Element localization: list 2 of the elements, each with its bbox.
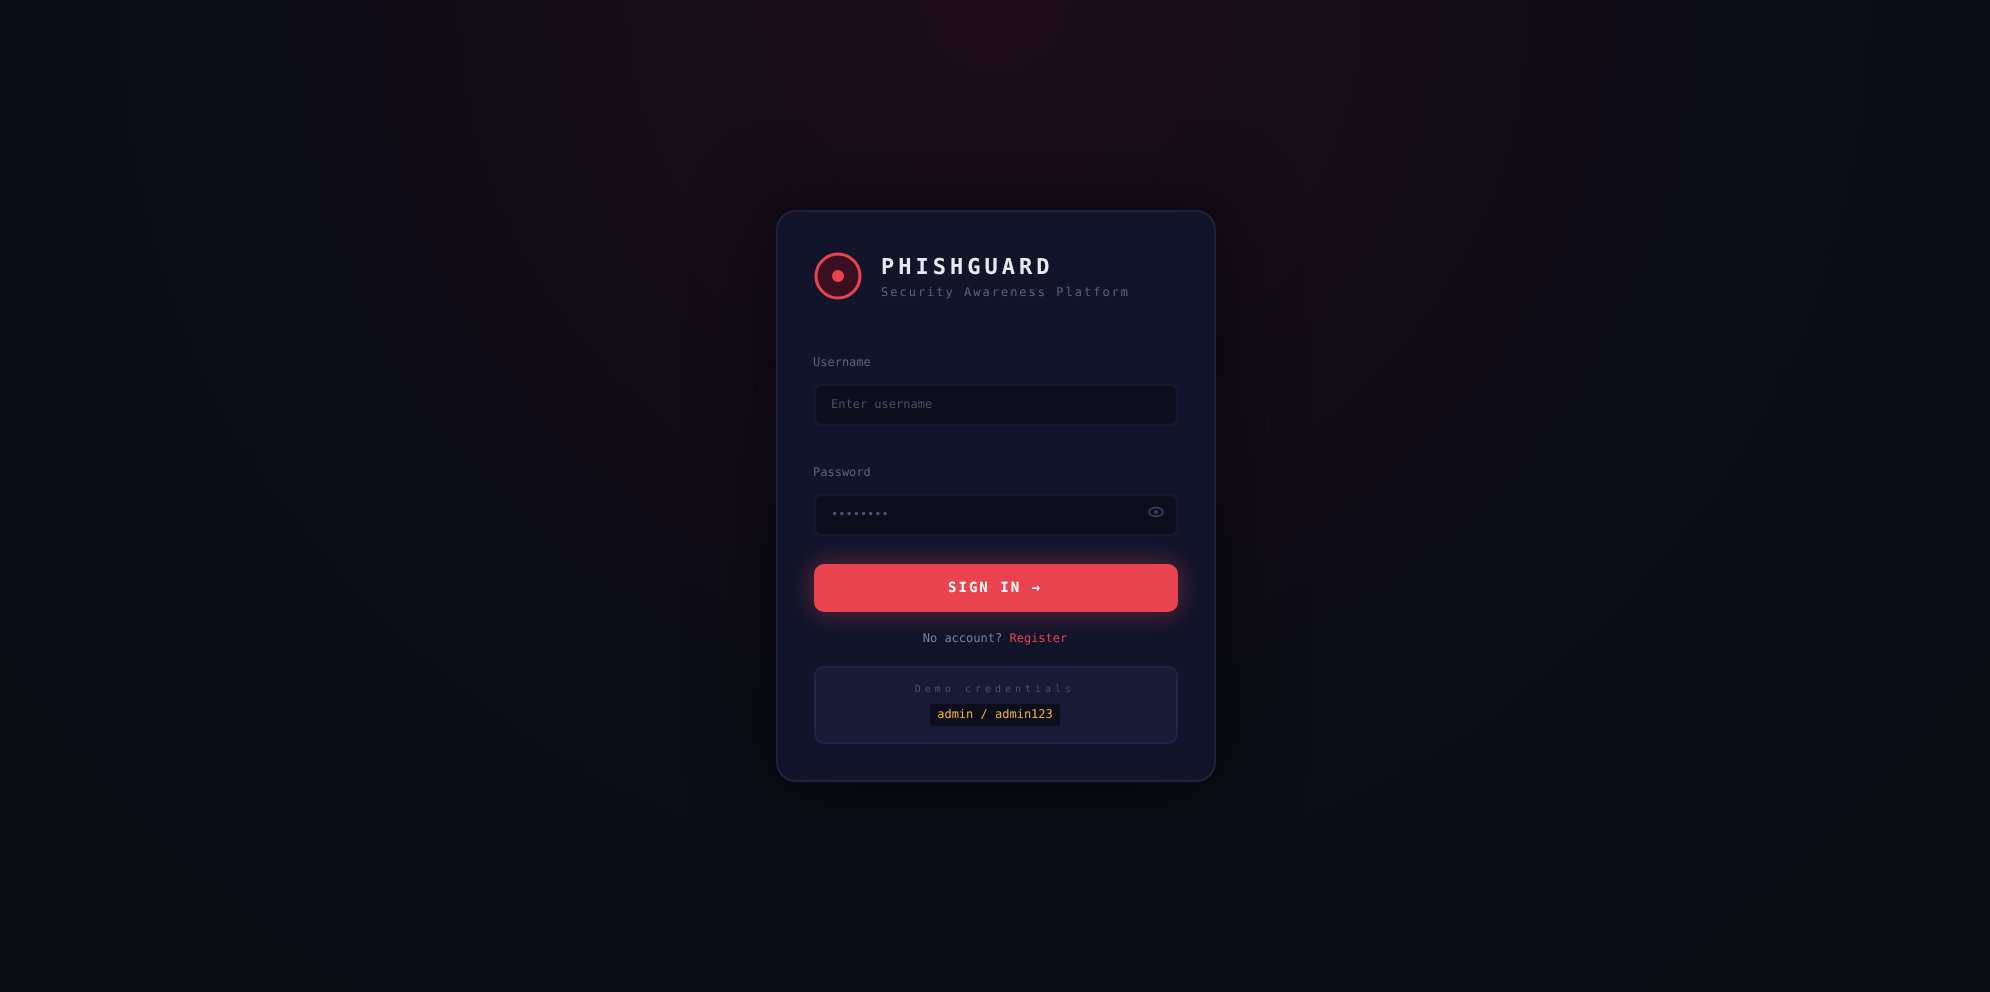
brand-name: PHISHGUARD [881, 253, 1056, 279]
eye-icon[interactable] [1147, 506, 1163, 518]
